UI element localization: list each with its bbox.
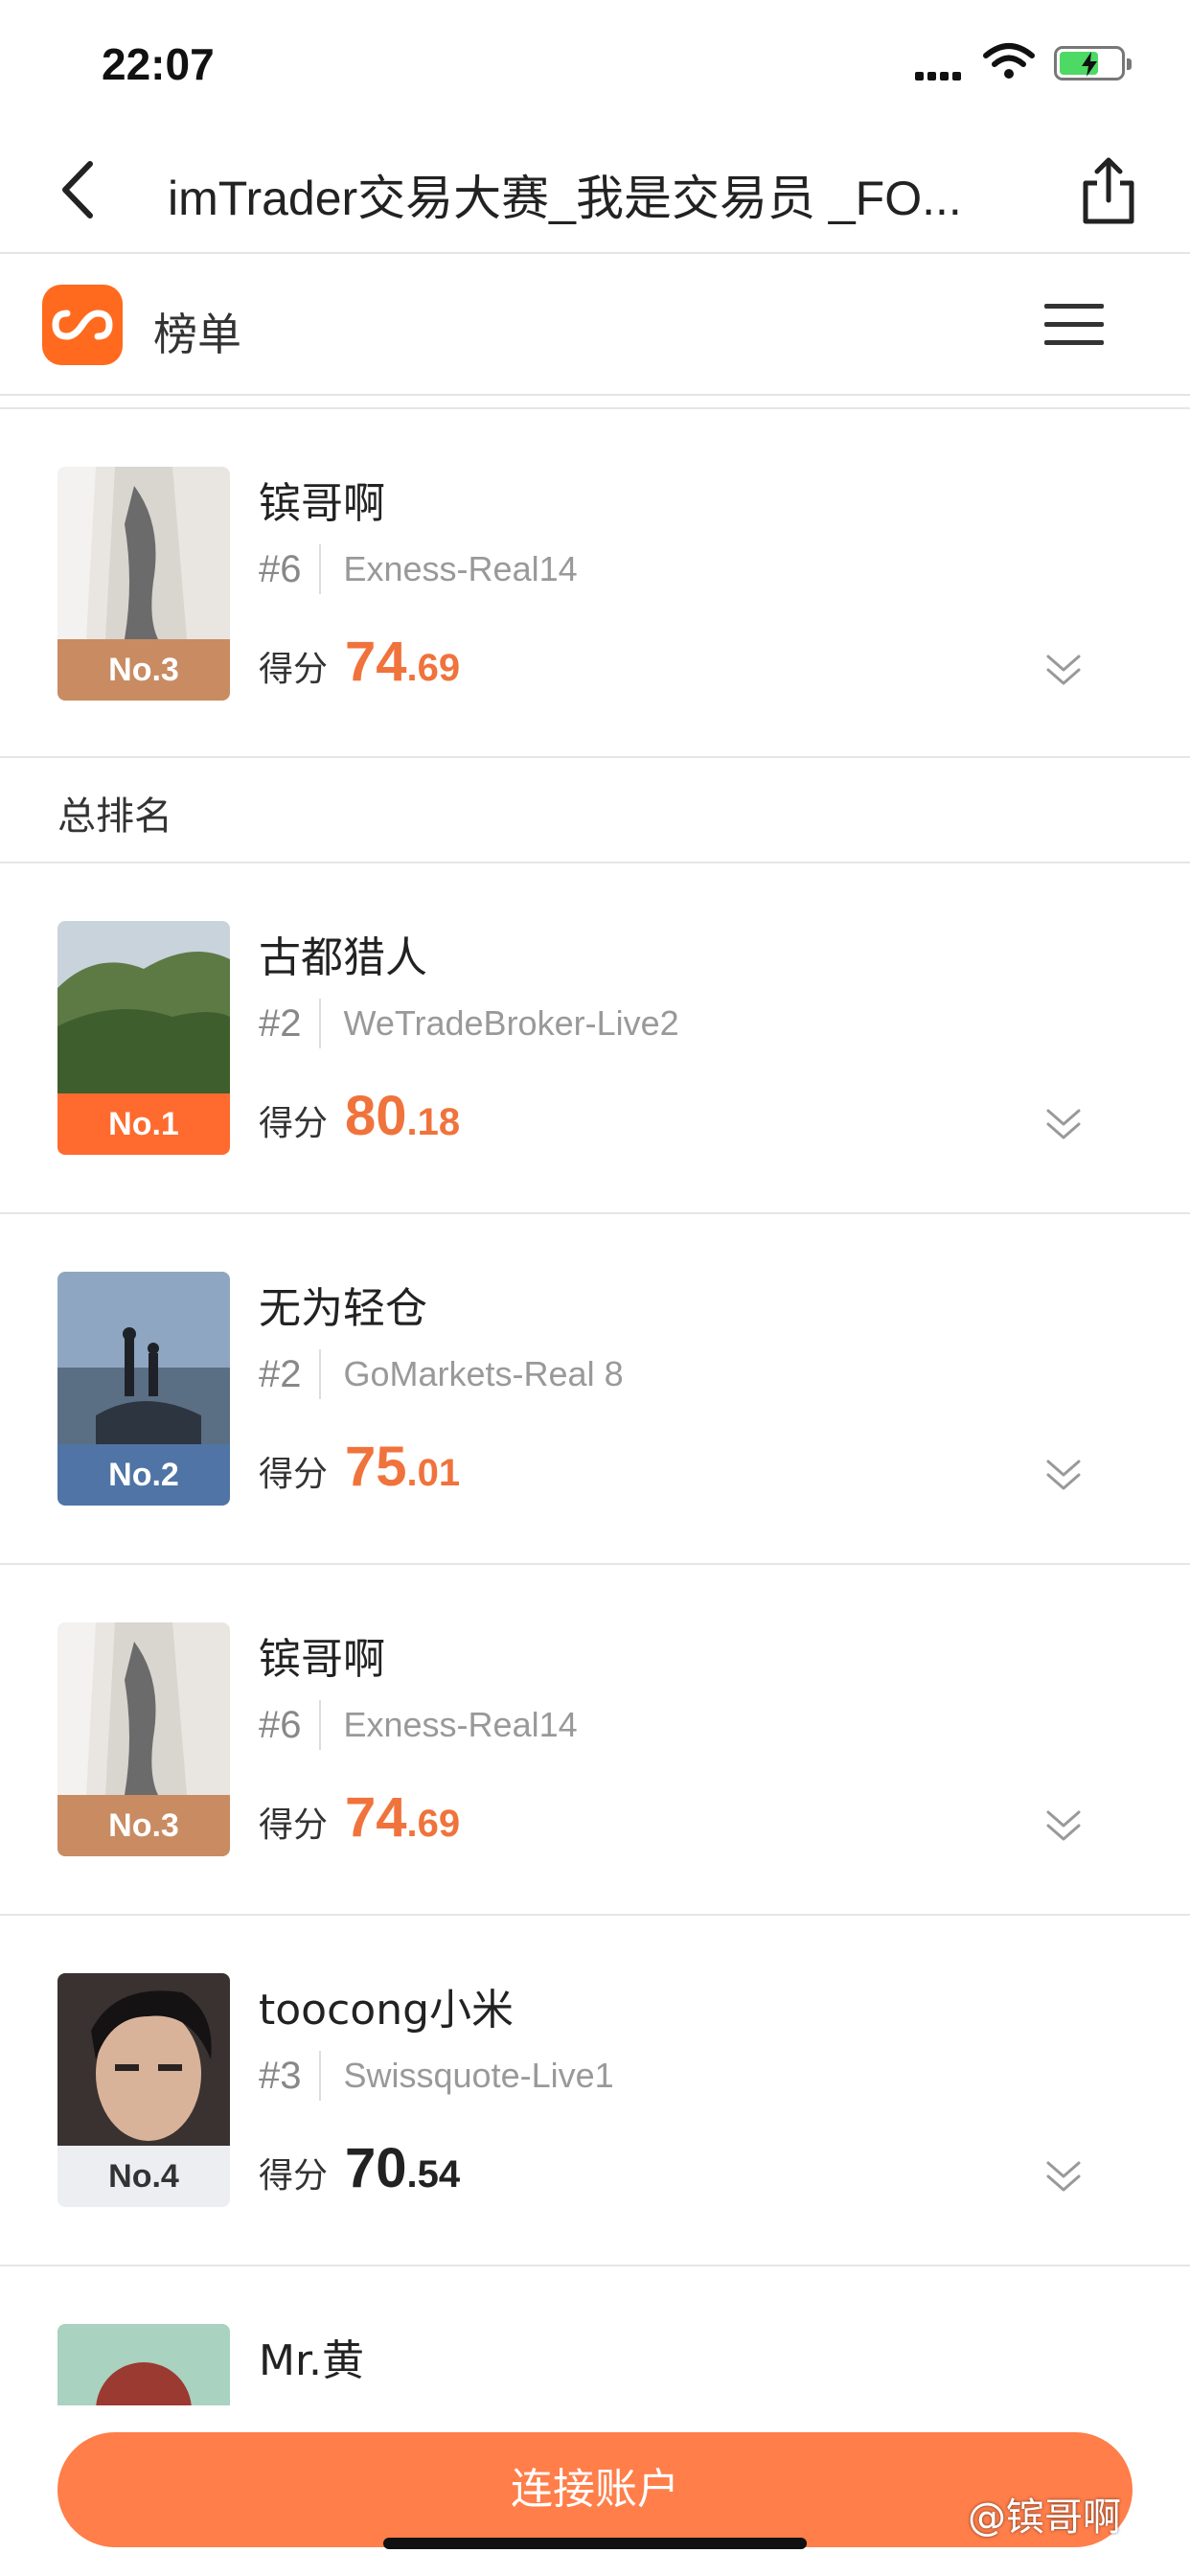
score-integer: 70 bbox=[345, 2137, 407, 2199]
home-indicator bbox=[383, 2538, 807, 2549]
trader-name: 无为轻仓 bbox=[259, 1284, 427, 1333]
avatar: No.2 bbox=[57, 1272, 230, 1506]
back-button[interactable] bbox=[50, 158, 107, 221]
bottom-action-bar: 连接账户 @镔哥啊 bbox=[0, 2405, 1190, 2576]
broker-server: Swissquote-Live1 bbox=[343, 2056, 614, 2095]
score-integer: 74 bbox=[345, 631, 407, 693]
nav-bar: imTrader交易大赛_我是交易员 _FO... bbox=[0, 129, 1190, 252]
score: 得分 70 .54 bbox=[259, 2136, 460, 2200]
trader-name: 古都猎人 bbox=[259, 933, 427, 982]
expand-chevron-icon[interactable] bbox=[1044, 1805, 1083, 1847]
avatar: No.3 bbox=[57, 467, 230, 701]
broker-server: WeTradeBroker-Live2 bbox=[343, 1003, 679, 1043]
broker-server: Exness-Real14 bbox=[343, 549, 578, 588]
app-title: 榜单 bbox=[153, 309, 241, 360]
divider bbox=[318, 1700, 321, 1750]
score: 得分 74 .69 bbox=[259, 1785, 460, 1850]
broker-server: GoMarkets-Real 8 bbox=[343, 1354, 624, 1393]
rank-badge: No.4 bbox=[57, 2146, 230, 2207]
trader-meta: #2 GoMarkets-Real 8 bbox=[259, 1348, 624, 1400]
divider bbox=[318, 544, 321, 594]
rank-badge: No.1 bbox=[57, 1093, 230, 1155]
account-rank: #2 bbox=[259, 1352, 302, 1395]
expand-chevron-icon[interactable] bbox=[1044, 1454, 1083, 1496]
rank-badge: No.2 bbox=[57, 1444, 230, 1506]
score-decimal: .69 bbox=[406, 647, 461, 689]
account-rank: #2 bbox=[259, 1001, 302, 1045]
score: 得分 80 .18 bbox=[259, 1084, 460, 1148]
status-bar: 22:07 bbox=[0, 0, 1190, 129]
my-ranking-card[interactable]: No.3 镔哥啊 #6 Exness-Real14 得分 74 .69 bbox=[0, 407, 1190, 758]
score: 得分 75 .01 bbox=[259, 1435, 460, 1499]
trader-name: 镔哥啊 bbox=[259, 479, 385, 528]
ranking-card[interactable]: No.3 镔哥啊 #6 Exness-Real14 得分 74 .69 bbox=[0, 1565, 1190, 1916]
score-integer: 74 bbox=[345, 1786, 407, 1849]
account-rank: #6 bbox=[259, 547, 302, 590]
account-rank: #3 bbox=[259, 2054, 302, 2097]
score-decimal: .01 bbox=[406, 1452, 461, 1494]
trader-meta: #3 Swissquote-Live1 bbox=[259, 2050, 614, 2102]
avatar: No.1 bbox=[57, 921, 230, 1155]
status-time: 22:07 bbox=[102, 39, 215, 89]
score-label: 得分 bbox=[259, 1806, 329, 1845]
divider bbox=[318, 2051, 321, 2101]
ranking-card[interactable]: No.1 古都猎人 #2 WeTradeBroker-Live2 得分 80 .… bbox=[0, 863, 1190, 1214]
score-integer: 75 bbox=[345, 1436, 407, 1498]
divider bbox=[318, 1349, 321, 1399]
score-label: 得分 bbox=[259, 1104, 329, 1143]
trader-name: Mr.黄 bbox=[259, 2336, 364, 2385]
avatar: No.4 bbox=[57, 1973, 230, 2207]
avatar: No.3 bbox=[57, 1622, 230, 1856]
watermark: @镔哥啊 bbox=[968, 2496, 1121, 2540]
score-label: 得分 bbox=[259, 1455, 329, 1494]
expand-chevron-icon[interactable] bbox=[1044, 2155, 1083, 2197]
app-logo-icon bbox=[42, 285, 123, 365]
score: 得分 74 .69 bbox=[259, 630, 460, 694]
score-decimal: .54 bbox=[406, 2153, 461, 2196]
battery-icon bbox=[1054, 46, 1132, 80]
rank-badge: No.3 bbox=[57, 1795, 230, 1856]
cellular-signal-icon bbox=[915, 52, 967, 80]
trader-meta: #2 WeTradeBroker-Live2 bbox=[259, 998, 679, 1049]
broker-server: Exness-Real14 bbox=[343, 1705, 578, 1744]
score-label: 得分 bbox=[259, 2156, 329, 2196]
page-title: imTrader交易大赛_我是交易员 _FO... bbox=[168, 172, 962, 225]
ranking-card[interactable]: No.4 toocong小米 #3 Swissquote-Live1 得分 70… bbox=[0, 1916, 1190, 2266]
rank-badge: No.3 bbox=[57, 639, 230, 701]
app-header: 榜单 bbox=[0, 252, 1190, 396]
wifi-icon bbox=[983, 43, 1035, 79]
score-label: 得分 bbox=[259, 650, 329, 689]
section-header-overall: 总排名 bbox=[0, 758, 1190, 863]
score-decimal: .18 bbox=[406, 1101, 461, 1143]
section-title: 总排名 bbox=[57, 794, 172, 839]
share-button[interactable] bbox=[1078, 156, 1139, 225]
expand-chevron-icon[interactable] bbox=[1044, 1103, 1083, 1145]
trader-meta: #6 Exness-Real14 bbox=[259, 1699, 578, 1751]
score-decimal: .69 bbox=[406, 1803, 461, 1845]
trader-meta: #6 Exness-Real14 bbox=[259, 543, 578, 595]
trader-name: toocong小米 bbox=[259, 1986, 515, 2035]
expand-chevron-icon[interactable] bbox=[1044, 649, 1083, 691]
score-integer: 80 bbox=[345, 1085, 407, 1147]
leaderboard: No.3 镔哥啊 #6 Exness-Real14 得分 74 .69 总排名 … bbox=[0, 407, 1190, 2576]
account-rank: #6 bbox=[259, 1703, 302, 1746]
trader-name: 镔哥啊 bbox=[259, 1635, 385, 1684]
divider bbox=[318, 999, 321, 1048]
ranking-card[interactable]: No.2 无为轻仓 #2 GoMarkets-Real 8 得分 75 .01 bbox=[0, 1214, 1190, 1565]
menu-icon[interactable] bbox=[1044, 304, 1104, 346]
